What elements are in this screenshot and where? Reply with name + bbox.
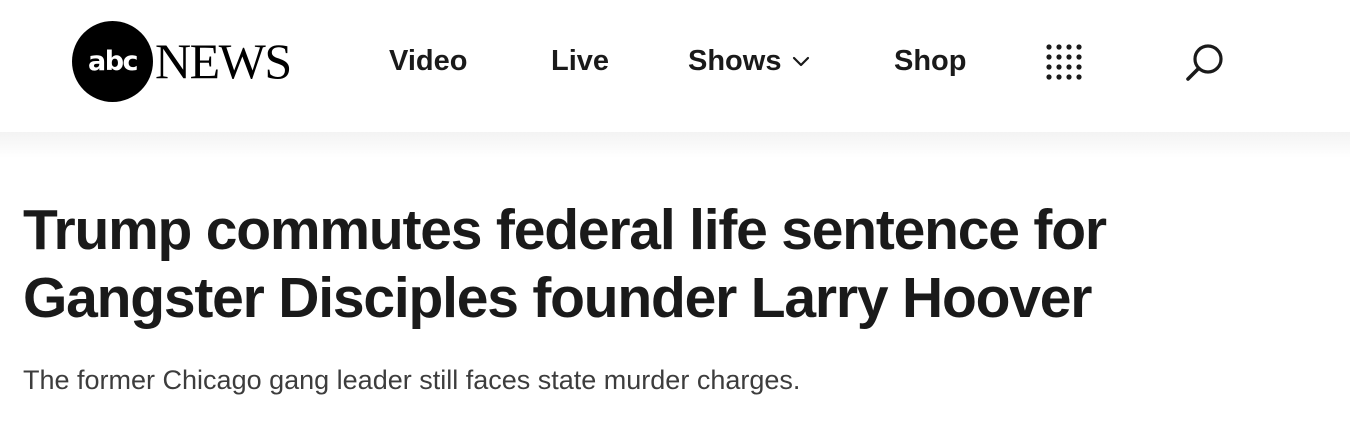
nav-video[interactable]: Video [389,42,467,80]
chevron-down-icon [793,56,810,67]
header-shadow-divider [0,132,1350,158]
article-subheadline: The former Chicago gang leader still fac… [23,365,801,395]
nav-shop[interactable]: Shop [894,42,967,80]
site-header: abc NEWS Video Live Shows Shop [0,0,1350,132]
nav-live[interactable]: Live [551,42,609,80]
grid-dots-icon[interactable] [1046,44,1082,80]
article-headline: Trump commutes federal life sentence for… [23,198,1107,330]
abc-news-logo[interactable]: abc NEWS [72,20,292,102]
search-icon[interactable] [1184,42,1226,84]
nav-shows-label: Shows [688,45,782,77]
news-wordmark: NEWS [155,33,292,89]
nav-shows-dropdown[interactable]: Shows [688,42,811,80]
abc-logo-mark: abc [72,20,153,102]
